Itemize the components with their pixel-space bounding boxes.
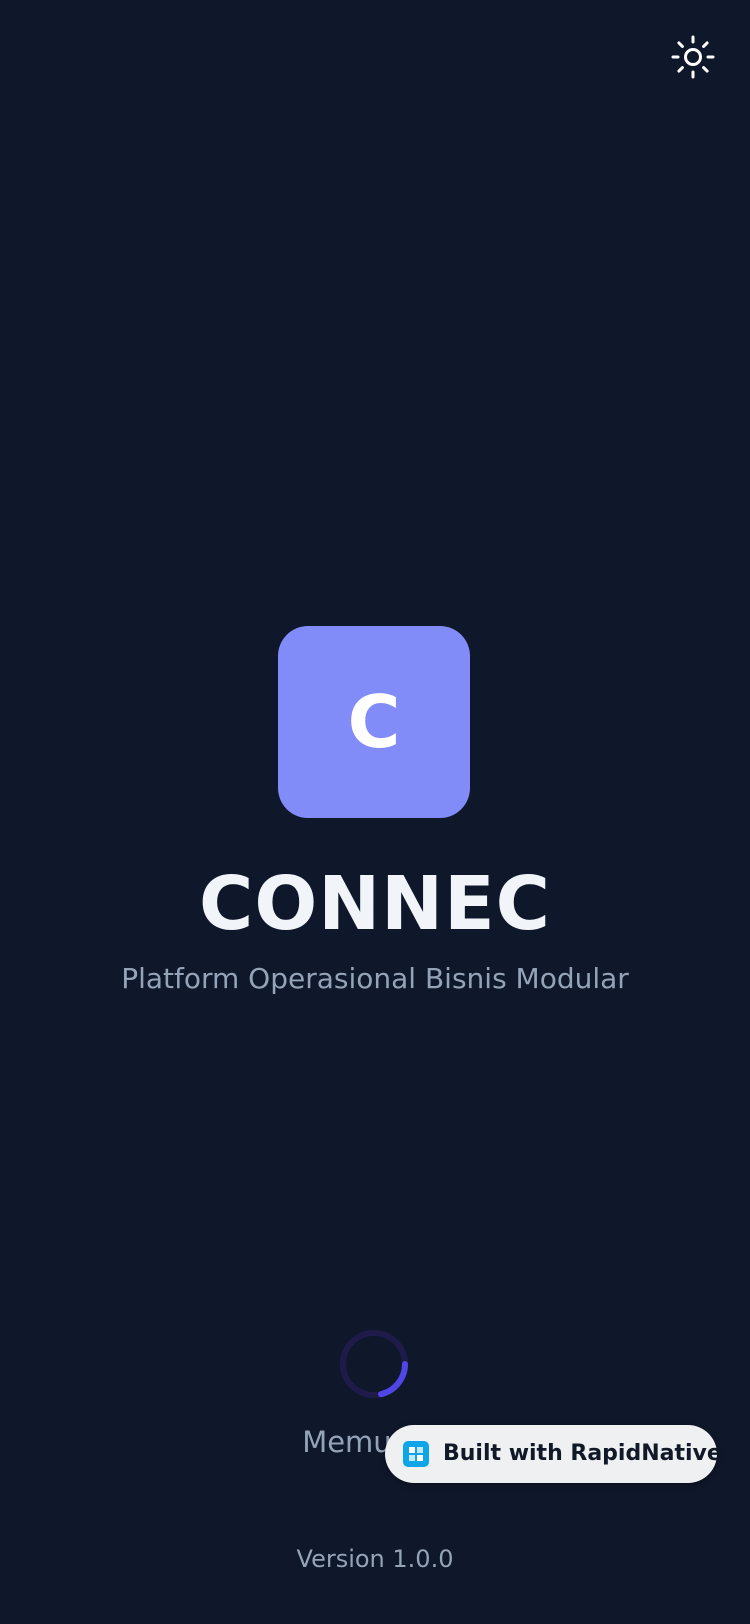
version-label: Version 1.0.0 [296, 1545, 454, 1573]
badge-label: Built with RapidNative [443, 1441, 722, 1466]
logo-letter: C [347, 680, 401, 764]
rapidnative-logo-icon [403, 1441, 429, 1467]
sun-icon [671, 35, 715, 79]
app-logo: C [278, 626, 470, 818]
app-tagline: Platform Operasional Bisnis Modular [121, 962, 629, 995]
loading-spinner [340, 1330, 408, 1398]
built-with-badge[interactable]: Built with RapidNative [385, 1425, 722, 1483]
theme-toggle-button[interactable] [669, 33, 717, 81]
app-title: CONNEC [199, 861, 551, 947]
